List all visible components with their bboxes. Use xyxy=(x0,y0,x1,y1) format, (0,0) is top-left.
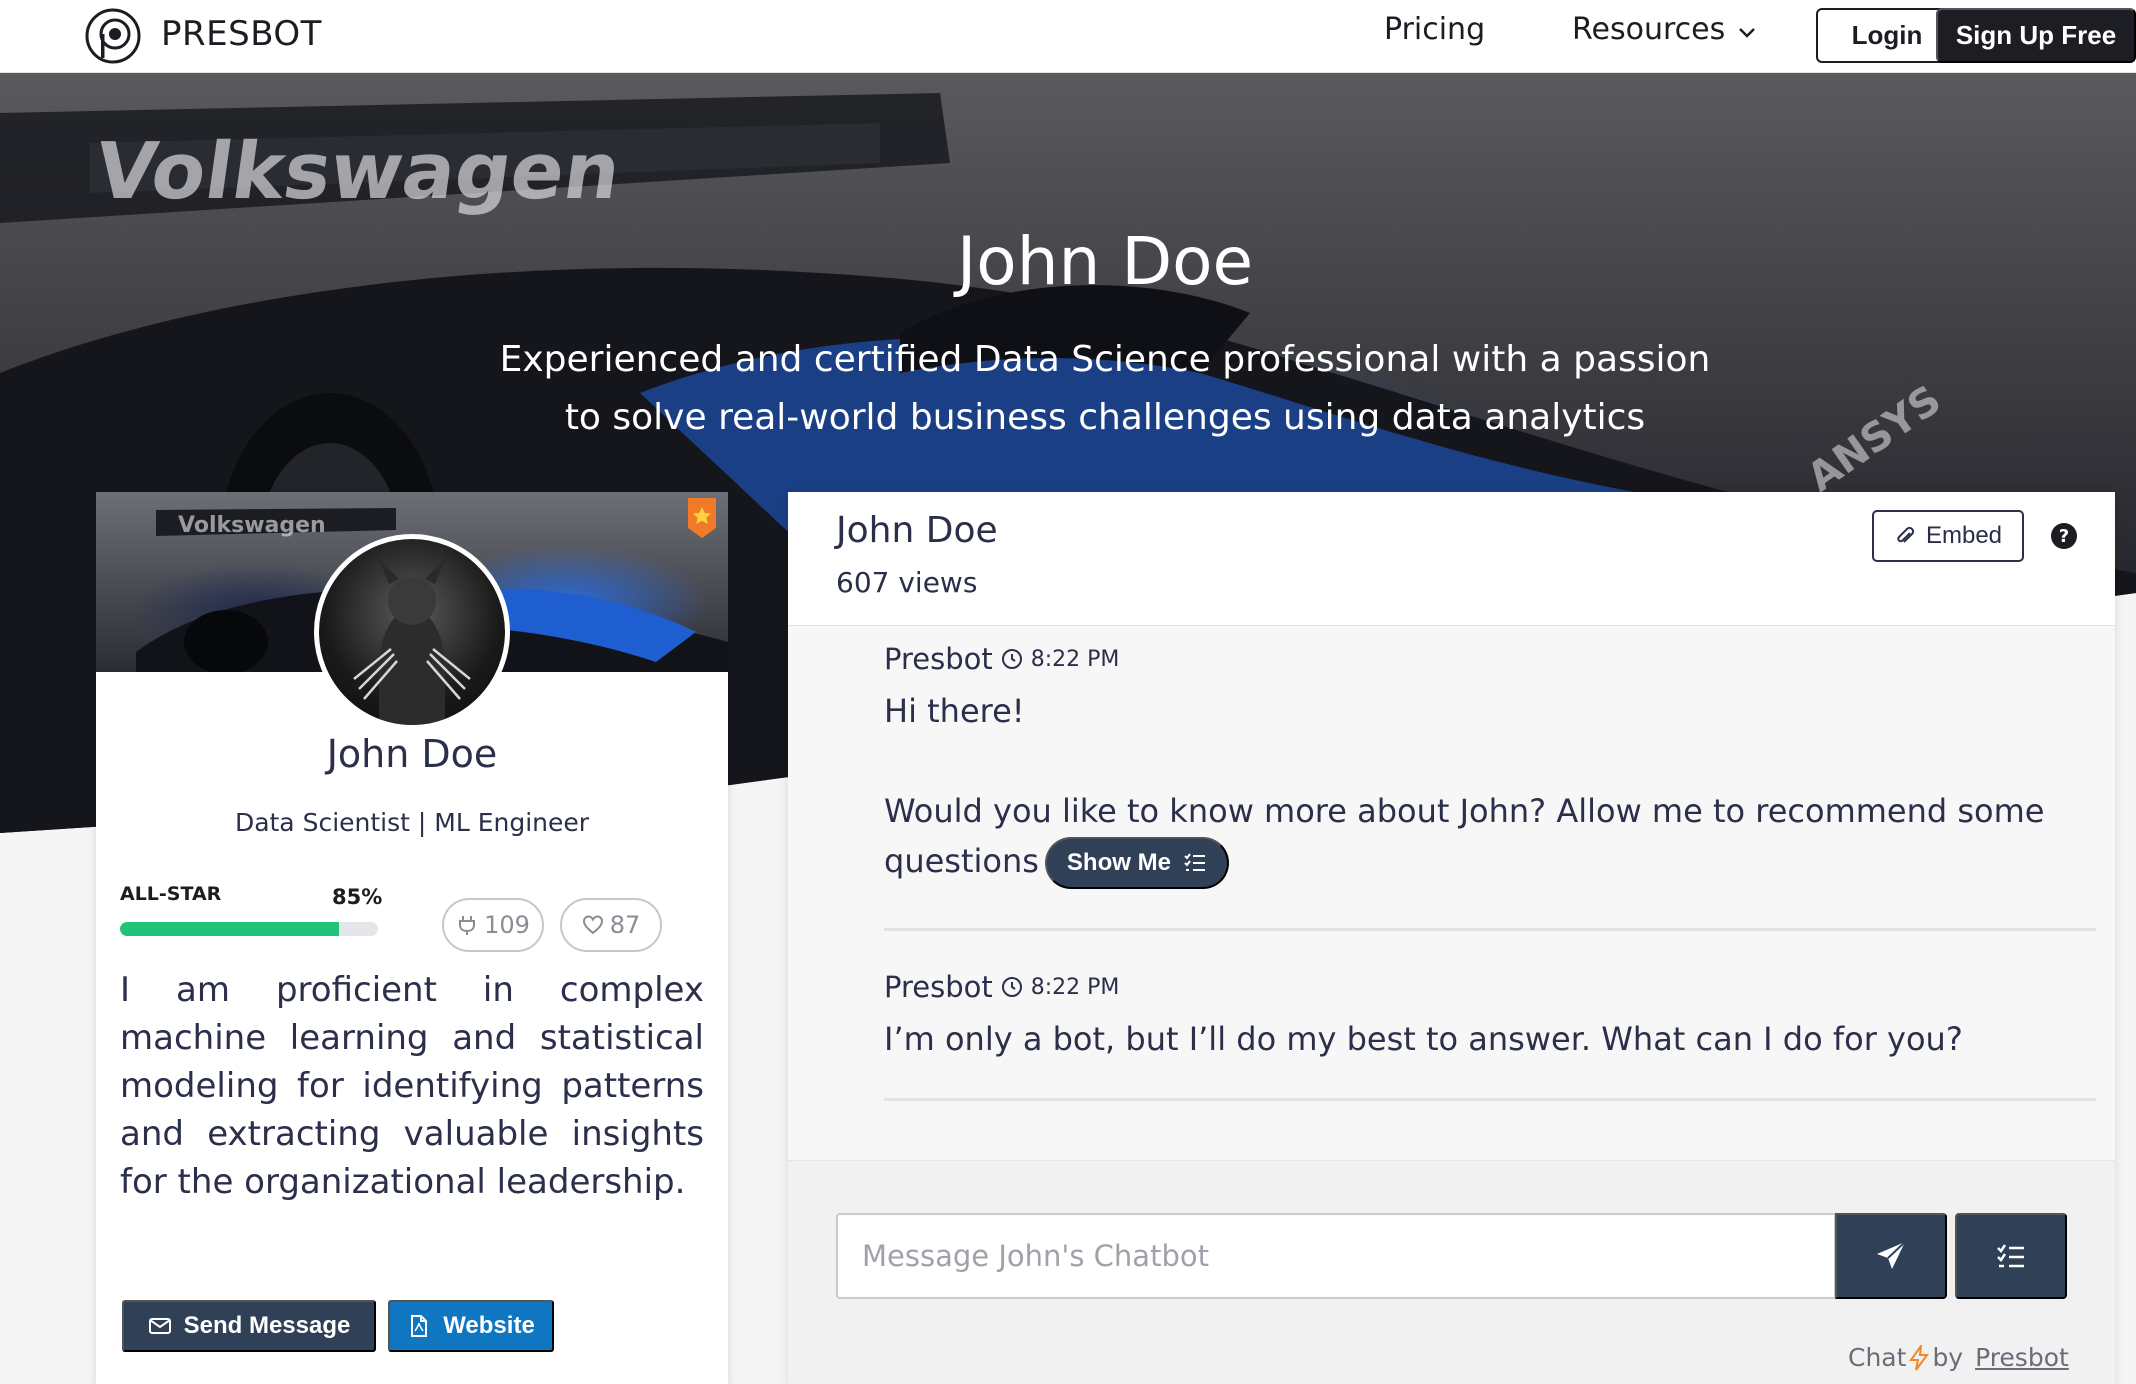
message-body: I’m only a bot, but I’ll do my best to a… xyxy=(884,1020,1963,1058)
powered-chat: Chat xyxy=(1848,1343,1907,1372)
chat-panel: John Doe 607 views Embed ? Presbot 8:22 … xyxy=(788,492,2115,1384)
chat-message: Presbot 8:22 PM I’m only a bot, but I’ll… xyxy=(884,970,2096,1064)
paper-plane-icon xyxy=(1877,1241,1906,1269)
message-header: Presbot 8:22 PM xyxy=(884,642,2096,676)
presbot-link[interactable]: Presbot xyxy=(1975,1343,2069,1372)
allstar-progress-fill xyxy=(120,922,340,936)
plug-count: 109 xyxy=(484,911,530,939)
bolt-icon xyxy=(1909,1344,1930,1371)
profile-name: John Doe xyxy=(326,732,498,776)
list-check-icon xyxy=(1997,1244,2024,1268)
chat-message-input[interactable] xyxy=(836,1213,1836,1299)
profile-bio: I am proficient in complex machine learn… xyxy=(120,970,704,1202)
signup-button[interactable]: Sign Up Free xyxy=(1936,8,2136,63)
mail-icon xyxy=(148,1318,171,1334)
message-greeting: Hi there! xyxy=(884,692,1025,730)
award-badge-icon xyxy=(688,498,716,538)
plug-count-pill[interactable]: 109 xyxy=(442,898,544,952)
message-divider xyxy=(884,928,2096,931)
chat-header: John Doe 607 views Embed ? xyxy=(788,492,2115,626)
message-prompt: Would you like to know more about John? … xyxy=(884,786,2096,889)
top-nav: PRESBOT Pricing Resources Login Sign Up … xyxy=(0,0,2136,73)
list-check-icon xyxy=(1184,853,1205,871)
send-chat-button[interactable] xyxy=(1835,1213,1947,1299)
svg-text:ANSYS: ANSYS xyxy=(1799,377,1949,501)
message-body: Hi there! Would you like to know more ab… xyxy=(884,686,2096,889)
clock-icon xyxy=(1001,977,1022,997)
chevron-down-icon[interactable] xyxy=(1736,22,1758,44)
send-message-label: Send Message xyxy=(183,1312,351,1339)
hero-title: John Doe xyxy=(956,223,1254,300)
embed-label: Embed xyxy=(1925,522,2003,549)
message-time: 8:22 PM xyxy=(1030,974,1120,1000)
avatar[interactable] xyxy=(314,534,510,730)
svg-text:Volkswagen: Volkswagen xyxy=(178,513,326,538)
message-sender: Presbot xyxy=(884,642,993,676)
clock-icon xyxy=(1001,649,1022,669)
nav-pricing-link[interactable]: Pricing xyxy=(1384,12,1485,47)
allstar-progress-bar xyxy=(120,922,378,936)
hero-subtitle: Experienced and certified Data Science p… xyxy=(499,339,1711,438)
embed-button[interactable]: Embed xyxy=(1872,510,2024,562)
message-sender: Presbot xyxy=(884,970,993,1004)
like-count-pill[interactable]: 87 xyxy=(560,898,662,952)
message-time: 8:22 PM xyxy=(1030,646,1120,672)
paperclip-icon xyxy=(1897,526,1915,543)
message-divider xyxy=(884,1098,2096,1101)
send-message-button[interactable]: Send Message xyxy=(122,1300,376,1352)
nav-resources-link[interactable]: Resources xyxy=(1572,12,1725,47)
chat-message: Presbot 8:22 PM Hi there! Would you like… xyxy=(884,642,2096,889)
like-count: 87 xyxy=(609,911,641,939)
plug-icon xyxy=(459,916,476,935)
presbot-logo-icon[interactable] xyxy=(84,7,142,65)
website-label: Website xyxy=(443,1312,535,1339)
brand-name[interactable]: PRESBOT xyxy=(161,14,322,54)
profile-card: Volkswagen John Doe Data Scientist | ML … xyxy=(96,492,728,1384)
powered-by: Chat by Presbot xyxy=(1848,1343,2069,1372)
heart-icon xyxy=(582,915,603,935)
svg-text:Volkswagen: Volkswagen xyxy=(90,126,626,217)
help-circle-icon[interactable]: ? xyxy=(2050,522,2078,550)
chat-composer: Chat by Presbot xyxy=(788,1160,2115,1384)
show-me-button[interactable]: Show Me xyxy=(1044,837,1229,889)
powered-by-text: by xyxy=(1932,1343,1964,1372)
profile-job-title: Data Scientist | ML Engineer xyxy=(234,808,590,837)
allstar-percent: 85% xyxy=(332,885,383,909)
website-button[interactable]: Website xyxy=(388,1300,554,1352)
message-header: Presbot 8:22 PM xyxy=(884,970,2096,1004)
allstar-label: ALL-STAR xyxy=(120,883,222,905)
file-pdf-icon xyxy=(411,1315,428,1337)
chat-title: John Doe xyxy=(836,510,998,551)
show-me-label: Show Me xyxy=(1066,849,1171,876)
suggested-questions-button[interactable] xyxy=(1955,1213,2067,1299)
svg-text:?: ? xyxy=(2059,526,2069,547)
view-count: 607 views xyxy=(836,566,978,599)
